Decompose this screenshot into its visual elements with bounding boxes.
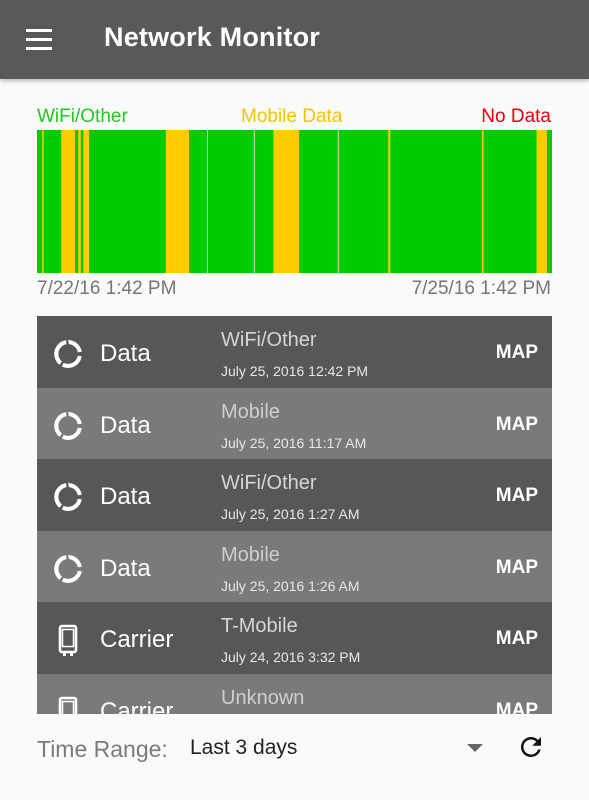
list-item[interactable]: Data WiFi/Other July 25, 2016 1:27 AM MAP: [37, 459, 552, 531]
entry-type: Carrier: [100, 697, 174, 715]
entry-type: Data: [100, 411, 151, 439]
timeline-tick: [253, 130, 255, 273]
timeline-segment-mobile: [78, 130, 81, 273]
timeline-segment-mobile: [61, 130, 76, 273]
footer-bar: Time Range: Last 3 days: [0, 714, 589, 800]
app-title: Network Monitor: [104, 22, 320, 52]
entry-network: Mobile: [221, 543, 280, 566]
map-button[interactable]: MAP: [496, 342, 538, 364]
entry-type: Data: [100, 483, 151, 510]
phone-icon: [52, 696, 84, 714]
timeline-segment-mobile: [165, 130, 189, 273]
entry-timestamp: July 25, 2016 1:26 AM: [221, 577, 360, 594]
entry-timestamp: July 24, 2016 3:32 PM: [221, 649, 361, 665]
entry-type: Data: [100, 340, 151, 367]
event-list[interactable]: Data WiFi/Other July 25, 2016 12:42 PM MAP D…: [37, 316, 552, 714]
map-button[interactable]: MAP: [496, 485, 538, 507]
time-range-label: Time Range:: [37, 736, 168, 762]
list-item[interactable]: Data Mobile July 25, 2016 1:26 AM MAP: [37, 530, 552, 603]
entry-network: WiFi/Other: [221, 472, 317, 494]
map-button[interactable]: MAP: [496, 557, 538, 579]
phone-icon: [52, 624, 84, 656]
timeline-segment-mobile: [83, 130, 90, 273]
timeline-tick: [337, 130, 339, 273]
entry-network: Mobile: [221, 400, 280, 423]
timeline-segment-mobile: [388, 130, 391, 273]
list-item[interactable]: Data WiFi/Other July 25, 2016 12:42 PM MAP: [37, 316, 552, 388]
timeline-segment-mobile: [482, 130, 484, 273]
data-circle-icon: [52, 553, 84, 585]
entry-network: T-Mobile: [221, 615, 298, 637]
timeline-tick: [207, 130, 208, 273]
entry-type: Data: [100, 554, 151, 582]
map-button[interactable]: MAP: [496, 628, 538, 650]
data-circle-icon: [52, 410, 84, 442]
timeline-segment-mobile: [273, 130, 300, 273]
timeline-segment-mobile: [42, 130, 44, 273]
entry-type: Carrier: [100, 626, 174, 653]
entry-timestamp: July 25, 2016 12:42 PM: [221, 363, 369, 379]
timeline-start-label: 7/22/16 1:42 PM: [37, 278, 177, 299]
time-range-select[interactable]: Last 3 days: [190, 736, 297, 760]
legend-mobile-data: Mobile Data: [241, 106, 343, 127]
dropdown-arrow-icon[interactable]: [467, 744, 483, 752]
menu-icon[interactable]: [22, 24, 56, 56]
data-circle-icon: [52, 338, 84, 370]
entry-network: WiFi/Other: [221, 329, 317, 351]
data-circle-icon: [52, 481, 84, 513]
entry-timestamp: July 25, 2016 11:17 AM: [221, 434, 367, 451]
entry-timestamp: July 25, 2016 1:27 AM: [221, 506, 360, 522]
map-button[interactable]: MAP: [496, 414, 538, 436]
timeline-segment-mobile: [536, 130, 547, 273]
connection-timeline: [37, 130, 552, 273]
timeline-end-label: 7/25/16 1:42 PM: [411, 278, 551, 299]
legend-wifi: WiFi/Other: [37, 106, 128, 127]
refresh-icon[interactable]: [516, 732, 546, 762]
list-item[interactable]: Carrier Unknown MAP: [37, 673, 552, 715]
legend-no-data: No Data: [481, 106, 551, 127]
app-bar: Network Monitor: [0, 0, 589, 79]
entry-network: Unknown: [221, 686, 305, 709]
list-item[interactable]: Carrier T-Mobile July 24, 2016 3:32 PM MAP: [37, 602, 552, 674]
list-item[interactable]: Data Mobile July 25, 2016 11:17 AM MAP: [37, 387, 552, 460]
map-button[interactable]: MAP: [496, 700, 538, 715]
